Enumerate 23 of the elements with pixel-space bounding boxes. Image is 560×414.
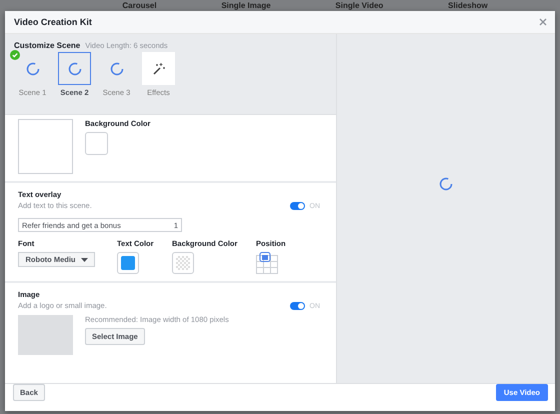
toggle-switch[interactable] <box>290 302 304 310</box>
background-tab-label: Single Image <box>221 1 271 10</box>
background-tab-label: Carousel <box>122 1 157 10</box>
color-swatch[interactable] <box>117 252 139 274</box>
image-placeholder <box>18 315 73 355</box>
background-tab-label: Slideshow <box>448 1 488 10</box>
color-swatch[interactable] <box>172 252 194 274</box>
caret-icon <box>80 258 88 262</box>
dialog-title: Video Creation Kit <box>14 17 92 27</box>
spinner-icon <box>26 62 40 76</box>
magic-wand-icon <box>152 62 166 76</box>
spinner-icon <box>439 176 453 190</box>
position-grid-icon[interactable] <box>256 252 280 274</box>
color-fill <box>121 256 135 270</box>
section-title: Customize Scene <box>14 41 80 50</box>
scene-preview <box>18 119 73 174</box>
close-icon[interactable] <box>539 18 547 26</box>
background-tab-label: Single Video <box>335 1 384 10</box>
toggle-switch[interactable] <box>290 202 304 210</box>
color-swatch[interactable] <box>85 132 108 155</box>
transparent-pattern-icon <box>176 256 190 270</box>
spinner-icon <box>68 62 82 76</box>
spinner-icon <box>110 62 124 76</box>
